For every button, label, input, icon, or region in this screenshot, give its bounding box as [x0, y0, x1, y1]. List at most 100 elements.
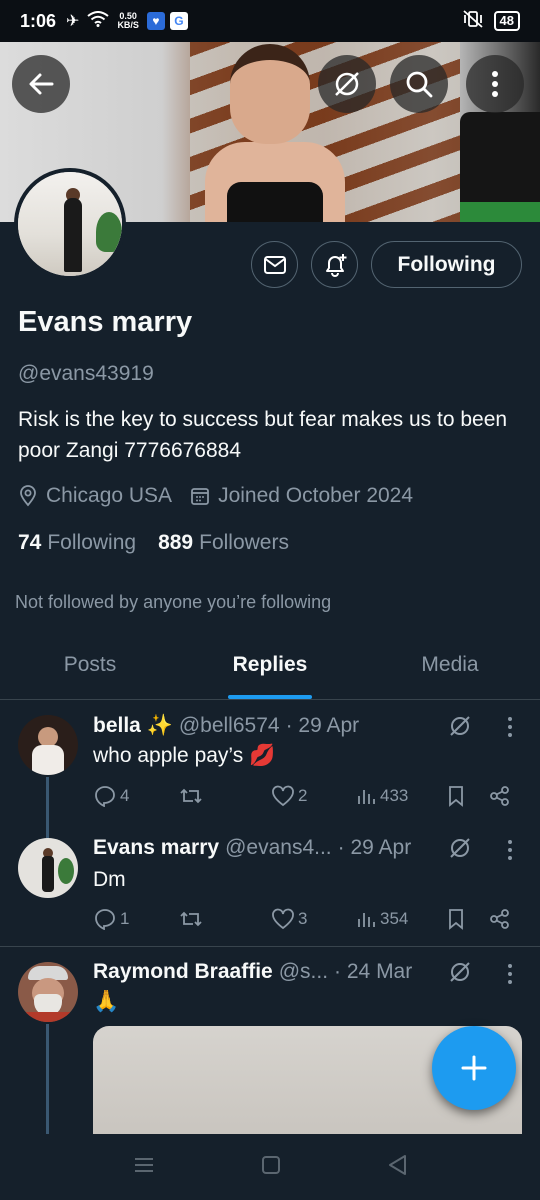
system-back-button[interactable]	[387, 1154, 407, 1181]
location: Chicago USA	[18, 484, 172, 508]
vibrate-icon	[462, 9, 484, 33]
wifi-icon	[87, 10, 110, 32]
location-text: Chicago USA	[46, 484, 173, 507]
post-more-button[interactable]	[500, 840, 520, 860]
followers-count: 889	[158, 531, 194, 554]
back-button[interactable]	[12, 55, 70, 113]
bookmark-button[interactable]	[447, 785, 489, 807]
notifications-button[interactable]	[311, 241, 358, 288]
grok-post-button[interactable]	[448, 836, 472, 865]
followers-label: Followers	[199, 531, 289, 554]
tab-media-label: Media	[421, 653, 479, 676]
repost-icon	[180, 788, 202, 804]
share-button[interactable]	[489, 908, 511, 930]
reply-button[interactable]: 4	[93, 785, 179, 807]
bell-plus-icon	[325, 253, 346, 277]
followers-stat[interactable]: 889 Followers	[158, 531, 289, 555]
profile-avatar[interactable]	[14, 168, 126, 280]
views-button[interactable]: 354	[357, 909, 447, 929]
grok-icon	[450, 716, 470, 736]
post-text: who apple pay’s 💋	[93, 744, 276, 767]
bookmark-button[interactable]	[447, 908, 489, 930]
post-more-button[interactable]	[500, 717, 520, 737]
more-options-button[interactable]	[466, 55, 524, 113]
bookmark-icon	[449, 909, 463, 930]
calendar-icon	[191, 488, 209, 505]
profile-handle: @evans43919	[18, 362, 154, 385]
join-date: Joined October 2024	[190, 484, 413, 508]
post-author-name[interactable]: Evans marry	[93, 836, 219, 860]
post-header: Raymond Braaffie @s... · 24 Mar	[93, 960, 412, 984]
location-pin-icon	[20, 485, 36, 507]
compose-button[interactable]	[432, 1026, 516, 1110]
post-author-handle: @evans4...	[225, 836, 332, 859]
grok-button[interactable]	[318, 55, 376, 113]
google-icon: G	[169, 12, 188, 30]
post-divider	[0, 946, 540, 947]
reply-count: 1	[120, 909, 130, 928]
envelope-icon	[263, 255, 286, 274]
repost-button[interactable]	[179, 909, 271, 929]
views-button[interactable]: 433	[357, 786, 447, 806]
repost-button[interactable]	[179, 786, 271, 806]
triangle-back-icon	[389, 1154, 406, 1175]
grok-icon	[450, 962, 470, 982]
share-button[interactable]	[489, 785, 511, 807]
avatar[interactable]	[18, 962, 78, 1022]
tab-posts[interactable]: Posts	[0, 630, 180, 699]
like-count: 3	[298, 909, 308, 928]
profile-tabs: Posts Replies Media	[0, 630, 540, 700]
following-count: 74	[18, 531, 42, 554]
reply-count: 4	[120, 786, 130, 805]
grok-icon	[335, 72, 359, 96]
tab-posts-label: Posts	[63, 653, 117, 676]
banner-green-object	[460, 202, 540, 222]
post-more-button[interactable]	[500, 964, 520, 984]
system-nav-bar	[0, 1134, 540, 1200]
share-icon	[490, 909, 509, 929]
home-button[interactable]	[261, 1155, 281, 1180]
heart-icon	[272, 908, 294, 930]
app-notification-icon: ♥	[146, 12, 165, 30]
post-author-name[interactable]: Raymond Braaffie	[93, 960, 273, 984]
arrow-left-icon	[29, 73, 54, 95]
post-author-handle: @bell6574	[178, 714, 280, 737]
battery-indicator: 48	[493, 11, 520, 31]
reply-icon	[95, 786, 115, 807]
repost-icon	[180, 911, 202, 927]
views-count: 433	[380, 786, 409, 805]
following-button[interactable]: Following	[371, 241, 522, 288]
post-text: Dm	[93, 868, 126, 891]
avatar[interactable]	[18, 715, 78, 775]
airplane-icon: ✈	[66, 13, 80, 30]
following-label: Following	[47, 531, 137, 554]
following-stat[interactable]: 74 Following	[18, 531, 136, 555]
views-count: 354	[380, 909, 409, 928]
avatar[interactable]	[18, 838, 78, 898]
post-header: Evans marry @evans4... · 29 Apr	[93, 836, 411, 860]
heart-icon	[272, 785, 294, 807]
share-icon	[490, 786, 509, 806]
post-author-name[interactable]: bella ✨	[93, 714, 173, 738]
join-date-text: Joined October 2024	[218, 484, 414, 507]
recent-apps-button[interactable]	[133, 1156, 155, 1179]
network-speed-unit: KB/S	[117, 20, 139, 30]
like-button[interactable]: 2	[271, 785, 357, 807]
grok-icon	[450, 838, 470, 858]
not-followed-notice: Not followed by anyone you’re following	[15, 592, 332, 612]
bookmark-icon	[449, 786, 463, 807]
views-icon	[358, 790, 375, 804]
tab-replies[interactable]: Replies	[180, 630, 360, 699]
thread-line	[46, 777, 49, 839]
message-button[interactable]	[251, 241, 298, 288]
grok-post-button[interactable]	[448, 714, 472, 743]
search-button[interactable]	[390, 55, 448, 113]
post-actions: 1 3 354	[93, 908, 521, 930]
like-button[interactable]: 3	[271, 908, 357, 930]
tab-media[interactable]: Media	[360, 630, 540, 699]
grok-post-button[interactable]	[448, 960, 472, 989]
search-icon	[406, 71, 433, 98]
post-date: · 29 Apr	[285, 714, 360, 737]
reply-button[interactable]: 1	[93, 908, 179, 930]
post-text: 🙏	[93, 990, 120, 1013]
